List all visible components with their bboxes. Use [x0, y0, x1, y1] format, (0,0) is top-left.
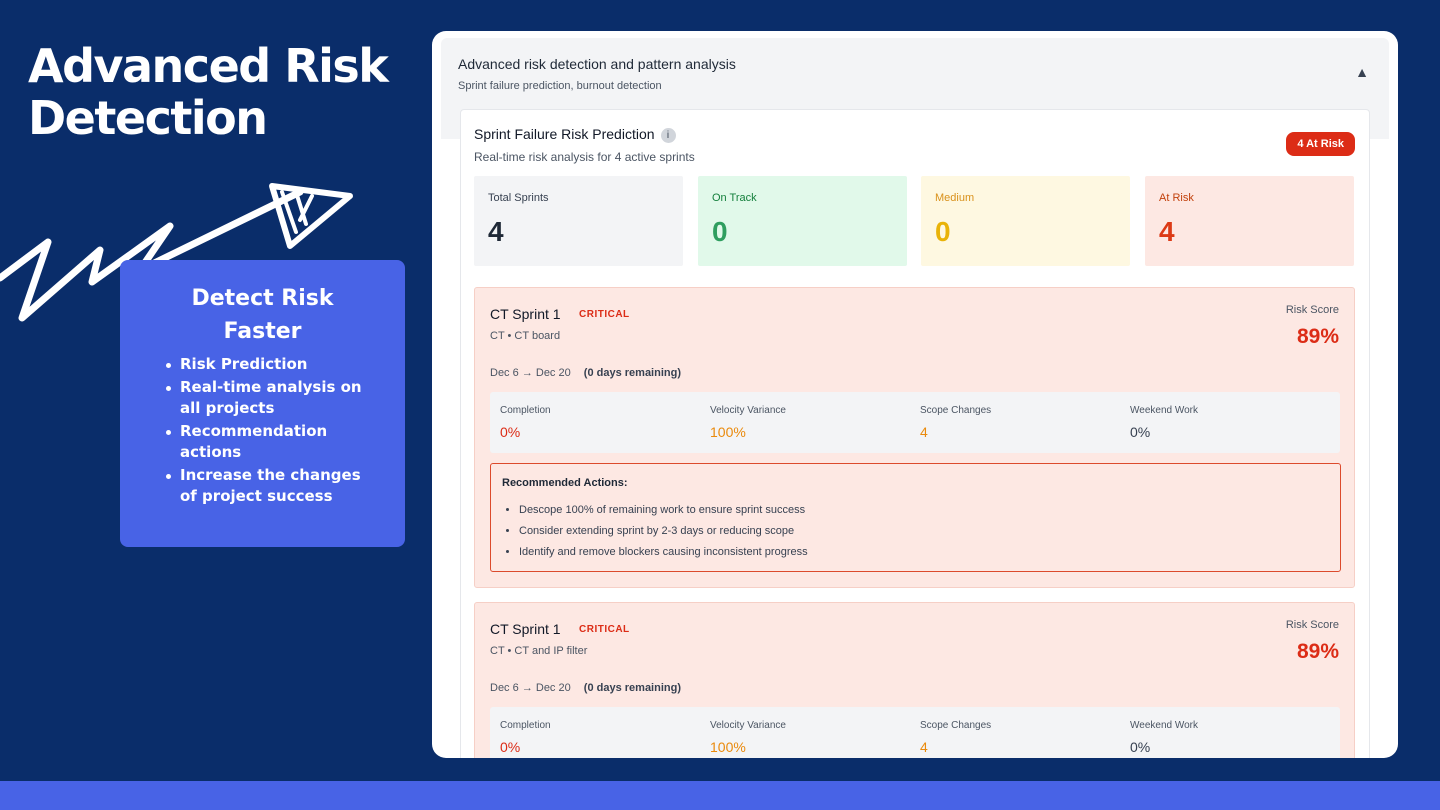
metric-label: Velocity Variance — [710, 720, 786, 731]
metric-label: Weekend Work — [1130, 720, 1198, 731]
metric-label: Completion — [500, 405, 551, 416]
stat-value: 4 — [1159, 216, 1175, 247]
sprint-card[interactable]: CT Sprint 1 CRITICAL CT • CT board Dec 6… — [474, 287, 1355, 588]
prediction-title: Sprint Failure Risk Prediction i — [474, 126, 676, 143]
hero-title: Advanced Risk Detection — [28, 39, 389, 145]
stat-label: On Track — [712, 192, 757, 204]
arrow-right-icon: → — [521, 682, 533, 694]
metric-value: 0% — [1130, 424, 1151, 440]
prediction-title-text: Sprint Failure Risk Prediction — [474, 126, 655, 142]
sprint-dates: Dec 6 → Dec 20 (0 days remaining) — [490, 367, 681, 379]
feature-heading: Detect Risk Faster — [191, 286, 334, 344]
metric-value: 0% — [1130, 739, 1151, 755]
metrics-row: Completion 0% Velocity Variance 100% Sco… — [490, 707, 1340, 758]
actions-list: Descope 100% of remaining work to ensure… — [519, 500, 808, 563]
metrics-row: Completion 0% Velocity Variance 100% Sco… — [490, 392, 1340, 453]
metric-label: Weekend Work — [1130, 405, 1198, 416]
feature-card: Detect Risk Faster Risk Prediction Real-… — [120, 260, 405, 547]
metric-weekend-work: Weekend Work 0% — [1130, 720, 1198, 755]
action-item: Identify and remove blockers causing inc… — [519, 542, 808, 563]
stat-label: Medium — [935, 192, 975, 204]
days-remaining: (0 days remaining) — [583, 367, 681, 379]
metric-scope-changes: Scope Changes 4 — [920, 405, 991, 440]
metric-value: 100% — [710, 424, 746, 440]
metric-value: 0% — [500, 424, 521, 440]
panel-title: Advanced risk detection and pattern anal… — [458, 56, 736, 72]
stat-label: Total Sprints — [488, 192, 549, 204]
metric-velocity-variance: Velocity Variance 100% — [710, 720, 786, 755]
metric-value: 0% — [500, 739, 521, 755]
at-risk-badge: 4 At Risk — [1286, 132, 1355, 156]
app-screenshot: Advanced risk detection and pattern anal… — [432, 31, 1398, 758]
stat-at-risk: At Risk 4 — [1145, 176, 1354, 266]
risk-score-value: 89% — [1296, 640, 1339, 663]
feature-bullet: Increase the changes of project success — [166, 465, 375, 508]
sprint-board: CT • CT board — [490, 330, 561, 342]
prediction-subtitle: Real-time risk analysis for 4 active spr… — [474, 150, 695, 164]
bottom-bar — [0, 781, 1440, 810]
sprint-name: CT Sprint 1 — [490, 306, 561, 322]
action-item: Descope 100% of remaining work to ensure… — [519, 500, 808, 521]
panel-subtitle: Sprint failure prediction, burnout detec… — [458, 80, 662, 92]
stat-value: 4 — [488, 216, 504, 247]
metric-label: Velocity Variance — [710, 405, 786, 416]
risk-score-label: Risk Score — [1285, 619, 1339, 631]
end-date: Dec 20 — [535, 682, 571, 694]
risk-score-label: Risk Score — [1285, 304, 1339, 316]
sprint-dates: Dec 6 → Dec 20 (0 days remaining) — [490, 682, 681, 694]
feature-bullet: Risk Prediction — [166, 354, 375, 376]
feature-list: Risk Prediction Real-time analysis on al… — [120, 354, 405, 508]
metric-value: 4 — [920, 424, 928, 440]
metric-value: 100% — [710, 739, 746, 755]
risk-score-value: 89% — [1296, 325, 1339, 348]
severity-badge: CRITICAL — [579, 624, 630, 635]
sprint-name: CT Sprint 1 — [490, 621, 561, 637]
start-date: Dec 6 — [490, 367, 519, 379]
metric-label: Completion — [500, 720, 551, 731]
metric-value: 4 — [920, 739, 928, 755]
severity-badge: CRITICAL — [579, 309, 630, 320]
days-remaining: (0 days remaining) — [583, 682, 681, 694]
metric-label: Scope Changes — [920, 405, 992, 416]
arrow-right-icon: → — [521, 367, 533, 379]
collapse-triangle-icon[interactable]: ▲ — [1355, 64, 1369, 80]
recommended-actions: Recommended Actions: Descope 100% of rem… — [490, 463, 1341, 572]
end-date: Dec 20 — [535, 367, 571, 379]
sprint-card[interactable]: CT Sprint 1 CRITICAL CT • CT and IP filt… — [474, 602, 1355, 758]
metric-scope-changes: Scope Changes 4 — [920, 720, 991, 755]
sprint-board: CT • CT and IP filter — [490, 645, 588, 657]
metric-completion: Completion 0% — [500, 720, 551, 755]
stat-total-sprints: Total Sprints 4 — [474, 176, 683, 266]
metric-velocity-variance: Velocity Variance 100% — [710, 405, 786, 440]
feature-bullet: Real-time analysis on all projects — [166, 377, 375, 420]
metric-weekend-work: Weekend Work 0% — [1130, 405, 1198, 440]
start-date: Dec 6 — [490, 682, 519, 694]
feature-bullet: Recommendation actions — [166, 421, 375, 464]
stat-value: 0 — [712, 216, 728, 247]
metric-label: Scope Changes — [920, 720, 992, 731]
stat-medium: Medium 0 — [921, 176, 1130, 266]
metric-completion: Completion 0% — [500, 405, 551, 440]
stat-label: At Risk — [1159, 192, 1194, 204]
stat-value: 0 — [935, 216, 951, 247]
actions-title: Recommended Actions: — [502, 477, 628, 489]
stat-on-track: On Track 0 — [698, 176, 907, 266]
prediction-card: Sprint Failure Risk Prediction i Real-tim… — [460, 109, 1370, 758]
info-icon[interactable]: i — [660, 128, 676, 143]
action-item: Consider extending sprint by 2-3 days or… — [519, 521, 808, 542]
